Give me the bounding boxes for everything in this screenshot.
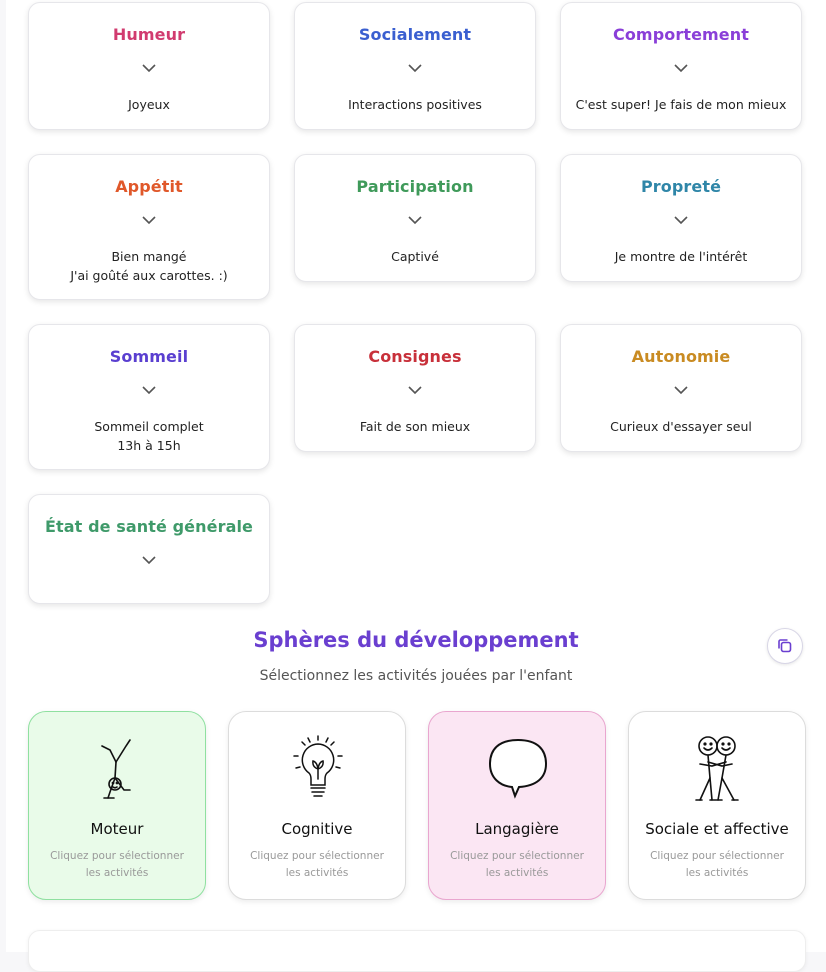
sphere-hint: Cliquez pour sélectionner les activités: [650, 850, 784, 879]
sphere-cognitive[interactable]: Cognitive Cliquez pour sélectionner les …: [228, 711, 406, 900]
card-title: Participation: [356, 177, 474, 196]
card-title: Propreté: [640, 177, 722, 196]
chevron-down-icon[interactable]: [141, 63, 157, 73]
section-title: Sphères du développement: [253, 628, 579, 652]
handstand-icon: [101, 739, 131, 799]
card-proprete[interactable]: Propreté Je montre de l'intérêt: [560, 154, 802, 282]
card-value: Captivé: [391, 249, 439, 264]
lightbulb-icon: [293, 735, 343, 797]
copy-button[interactable]: [767, 628, 803, 664]
card-title: Consignes: [368, 347, 462, 366]
card-title: Autonomie: [631, 347, 731, 366]
card-consignes[interactable]: Consignes Fait de son mieux: [294, 324, 536, 452]
friends-hugging-icon: [695, 736, 739, 801]
card-value: Bien mangé J'ai goûté aux carottes. :): [70, 249, 228, 283]
chevron-down-icon[interactable]: [407, 63, 423, 73]
card-value: Interactions positives: [348, 97, 482, 112]
card-value: Sommeil complet 13h à 15h: [94, 419, 204, 453]
sphere-name: Moteur: [90, 820, 144, 838]
sphere-langagiere[interactable]: Langagière Cliquez pour sélectionner les…: [428, 711, 606, 900]
card-value: Curieux d'essayer seul: [610, 419, 752, 434]
card-socialement[interactable]: Socialement Interactions positives: [294, 2, 536, 130]
sphere-name: Sociale et affective: [645, 820, 789, 838]
chevron-down-icon[interactable]: [141, 555, 157, 565]
chevron-down-icon[interactable]: [673, 215, 689, 225]
card-sommeil[interactable]: Sommeil Sommeil complet 13h à 15h: [28, 324, 270, 470]
copy-icon: [778, 639, 792, 653]
card-value: Je montre de l'intérêt: [614, 249, 748, 264]
card-value: Joyeux: [128, 97, 170, 112]
sphere-hint: Cliquez pour sélectionner les activités: [250, 850, 384, 879]
sphere-sociale-affective[interactable]: Sociale et affective Cliquez pour sélect…: [628, 711, 806, 900]
card-value: Fait de son mieux: [359, 419, 471, 434]
chevron-down-icon[interactable]: [141, 385, 157, 395]
card-etat-de-sante[interactable]: État de santé générale: [28, 494, 270, 604]
sphere-name: Cognitive: [281, 820, 353, 838]
card-comportement[interactable]: Comportement C'est super! Je fais de mon…: [560, 2, 802, 130]
card-value: C'est super! Je fais de mon mieux: [575, 97, 787, 112]
sphere-name: Langagière: [475, 820, 559, 838]
chevron-down-icon[interactable]: [407, 385, 423, 395]
chevron-down-icon[interactable]: [407, 215, 423, 225]
card-title: Appétit: [115, 177, 183, 196]
card-title: Comportement: [612, 25, 749, 44]
card-title: Sommeil: [109, 347, 189, 366]
page: Humeur Joyeux Socialement Interactions p…: [6, 0, 826, 972]
card-participation[interactable]: Participation Captivé: [294, 154, 536, 282]
card-title: Humeur: [112, 25, 186, 44]
chevron-down-icon[interactable]: [141, 215, 157, 225]
sphere-moteur[interactable]: Moteur Cliquez pour sélectionner les act…: [28, 711, 206, 900]
sphere-hint: Cliquez pour sélectionner les activités: [50, 850, 184, 879]
card-title: Socialement: [358, 25, 472, 44]
card-title: État de santé générale: [44, 517, 254, 536]
card-appetit[interactable]: Appétit Bien mangé J'ai goûté aux carott…: [28, 154, 270, 300]
chevron-down-icon[interactable]: [673, 63, 689, 73]
sphere-hint: Cliquez pour sélectionner les activités: [450, 850, 584, 879]
section-subtitle: Sélectionnez les activités jouées par l'…: [259, 668, 573, 684]
chevron-down-icon[interactable]: [673, 385, 689, 395]
next-section-card: [28, 930, 806, 972]
speech-bubble-icon: [488, 738, 548, 799]
card-autonomie[interactable]: Autonomie Curieux d'essayer seul: [560, 324, 802, 452]
card-humeur[interactable]: Humeur Joyeux: [28, 2, 270, 130]
